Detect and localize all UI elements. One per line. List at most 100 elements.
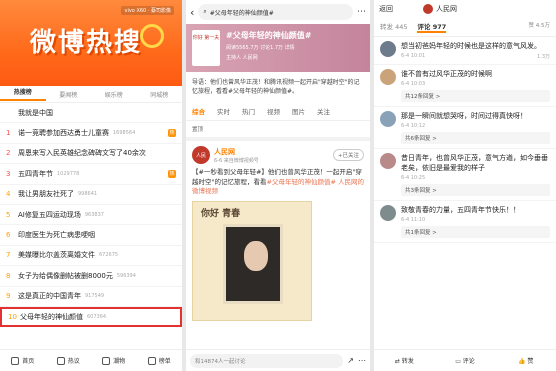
comment-item[interactable]: 谁不曾有过风华正茂的时候啊 6-4 10:03 共12条回复 > [374, 65, 556, 107]
avatar[interactable] [380, 111, 396, 127]
fire-icon [56, 356, 65, 365]
topic-panel: ‹ ⌕ #父母年轻的神仙颜值# ⋯ 你好 第一夫 #父母年轻的神仙颜值# 阅读5… [186, 0, 370, 371]
avatar[interactable] [380, 205, 396, 221]
list-item[interactable]: 6 印度医生为死亡病患哽咽 [0, 225, 182, 246]
topic-title: #父母年轻的神仙颜值# [226, 31, 312, 40]
hot-badge: 热 [168, 129, 176, 138]
topic-host: 主持人 人民网 [226, 55, 258, 61]
rank-number: 1 [6, 129, 11, 138]
list-item[interactable]: 7 美媒曝比尔盖茨离婚文件 672675 [0, 246, 182, 267]
item-count: 917549 [85, 293, 105, 300]
tab-news[interactable]: 要闻榜 [46, 90, 92, 99]
comment-time: 6-4 10:25 [401, 175, 426, 181]
list-item[interactable]: 5 AI修复五四运动现场 963837 [0, 205, 182, 226]
tab-video[interactable]: 视频 [267, 106, 280, 116]
topic-logo: 你好 第一夫 [192, 30, 220, 66]
tab-realtime[interactable]: 实时 [217, 106, 230, 116]
like-button[interactable]: 👍 赞 [495, 356, 556, 365]
comment-item[interactable]: 昔日青年，也曾风华正茂，意气方遒，如今垂垂老矣，依旧是最爱我的样子 6-4 10:… [374, 149, 556, 201]
avatar[interactable] [380, 153, 396, 169]
comment-item[interactable]: 致敬青春的力量，五四青年节快乐！！ 6-4 11:10 共1条回复 > [374, 201, 556, 243]
tab-comment[interactable]: 评论 977 [417, 21, 447, 33]
ad-label: vivo X60 · 蔡司影像 [121, 6, 174, 15]
more-icon[interactable]: ⋯ [358, 356, 366, 365]
list-item[interactable]: 10 父母年轻的神仙颜值 607364 [0, 306, 182, 328]
reply-count[interactable]: 共12条回复 > [401, 90, 550, 102]
bag-icon [102, 356, 111, 365]
comment-time: 6-4 11:10 [401, 217, 426, 223]
item-title: 父母年轻的神仙颜值 [20, 313, 83, 322]
item-title: 这是真正的中国青年 [18, 292, 81, 301]
item-title: 美媒曝比尔盖茨离婚文件 [18, 251, 95, 260]
comment-text: 想当初爸妈年轻的时候也是这样的意气风发。 [401, 42, 541, 50]
item-count: 1698564 [113, 130, 136, 137]
post-image[interactable]: 你好 青春 [192, 200, 312, 321]
avatar[interactable] [380, 69, 396, 85]
tab-like[interactable]: 赞 4.5万 [529, 21, 551, 33]
follow-button[interactable]: +已关注 [332, 149, 364, 161]
comment-item[interactable]: 想当初爸妈年轻的时候也是这样的意气风发。 6-4 10:01 1.3万 [374, 37, 556, 65]
bottom-bar: 首页 热议 潮物 榜单 [0, 349, 182, 371]
item-count: 596394 [116, 272, 136, 279]
reply-count[interactable]: 共3条回复 > [401, 184, 550, 196]
search-input[interactable]: ⌕ #父母年轻的神仙颜值# [198, 4, 353, 20]
comment-text: 那是一瞬间就想哭呀，时间过得真快呀！ [401, 112, 527, 120]
ranking-tabs: 热搜榜 要闻榜 娱乐榜 同城榜 [0, 86, 182, 103]
tab-image[interactable]: 图片 [292, 106, 305, 116]
comment-item[interactable]: 那是一瞬间就想哭呀，时间过得真快呀！ 6-4 10:12 共6条回复 > [374, 107, 556, 149]
rank-number: 7 [6, 251, 11, 260]
topic-meta: 阅读5565.7万 讨论1.7万 详情 [226, 45, 295, 51]
repost-button[interactable]: ⇄ 转发 [374, 356, 435, 365]
comment-time: 6-4 10:01 [401, 53, 426, 59]
comment-button[interactable]: ▭ 评论 [435, 356, 496, 365]
tab-ent[interactable]: 娱乐榜 [91, 90, 137, 99]
item-count: 672675 [99, 252, 119, 259]
post-card[interactable]: 人民 人民网 6-6 来自微博视频号 +已关注 【#一秒看到父母年轻#】他们也曾… [186, 141, 370, 326]
nav-list[interactable]: 榜单 [137, 356, 183, 365]
more-icon[interactable]: ⋯ [357, 7, 366, 17]
tab-all[interactable]: 综合 [192, 106, 205, 116]
share-icon[interactable]: ↗ [347, 356, 354, 365]
comment-text: 致敬青春的力量，五四青年节快乐！！ [401, 206, 520, 214]
tab-popular[interactable]: 热门 [242, 106, 255, 116]
list-icon [147, 356, 156, 365]
list-item[interactable]: 1 诺一竞聘参加西达勇士儿童赛 1698564 热 [0, 123, 182, 144]
reply-count[interactable]: 共1条回复 > [401, 226, 550, 238]
post-time: 6-6 来自微博视频号 [214, 157, 259, 164]
item-title: 周恩来写入民英雄纪念碑碑文写了40余次 [18, 149, 146, 158]
comment-input[interactable]: 和14874人一起讨论 [190, 353, 344, 368]
post-author[interactable]: 人民网 [214, 147, 259, 157]
nav-discuss[interactable]: 热议 [46, 356, 92, 365]
avatar[interactable]: 人民 [192, 146, 210, 164]
reply-count[interactable]: 共6条回复 > [401, 132, 550, 144]
comment-time: 6-4 10:03 [401, 81, 426, 87]
rank-number: 3 [6, 169, 11, 178]
tab-repost[interactable]: 转发 445 [380, 21, 407, 33]
item-count: 963837 [84, 211, 104, 218]
list-item[interactable]: 8 女子为给偶像删帖被删8000元 596394 [0, 266, 182, 287]
like-count[interactable]: 1.3万 [537, 53, 550, 60]
tab-hot[interactable]: 热搜榜 [0, 87, 46, 101]
avatar[interactable] [380, 41, 396, 57]
tab-follow[interactable]: 关注 [317, 106, 330, 116]
nav-trend[interactable]: 潮物 [91, 356, 137, 365]
item-title: 女子为给偶像删帖被删8000元 [18, 271, 113, 280]
portrait-image [223, 223, 283, 304]
list-item[interactable]: 9 这是真正的中国青年 917549 [0, 287, 182, 307]
tab-local[interactable]: 同城榜 [137, 90, 183, 99]
rank-number: 5 [6, 210, 11, 219]
nav-home[interactable]: 首页 [0, 356, 46, 365]
list-item[interactable]: 3 五四青年节 1029778 热 [0, 164, 182, 185]
item-title: 我让男朋友社死了 [18, 190, 74, 199]
comment-list: 想当初爸妈年轻的时候也是这样的意气风发。 6-4 10:01 1.3万 谁不曾有过风华… [374, 37, 556, 243]
comment-bar: 和14874人一起讨论 ↗ ⋯ [186, 349, 370, 371]
back-button[interactable]: 返回 [379, 4, 393, 14]
back-arrow-icon[interactable]: ‹ [190, 6, 194, 19]
hot-badge: 热 [168, 169, 176, 178]
pinned-label: 置顶 [186, 121, 370, 141]
list-item[interactable]: 2 周恩来写入民英雄纪念碑碑文写了40余次 [0, 144, 182, 165]
topic-topbar: ‹ ⌕ #父母年轻的神仙颜值# ⋯ [186, 0, 370, 24]
list-item[interactable]: 4 我让男朋友社死了 998641 [0, 185, 182, 205]
hot-list: 我就是中国 1 诺一竞聘参加西达勇士儿童赛 1698564 热 2 周恩来写入民英雄纪念碑碑… [0, 103, 182, 328]
list-item[interactable]: 我就是中国 [0, 103, 182, 124]
